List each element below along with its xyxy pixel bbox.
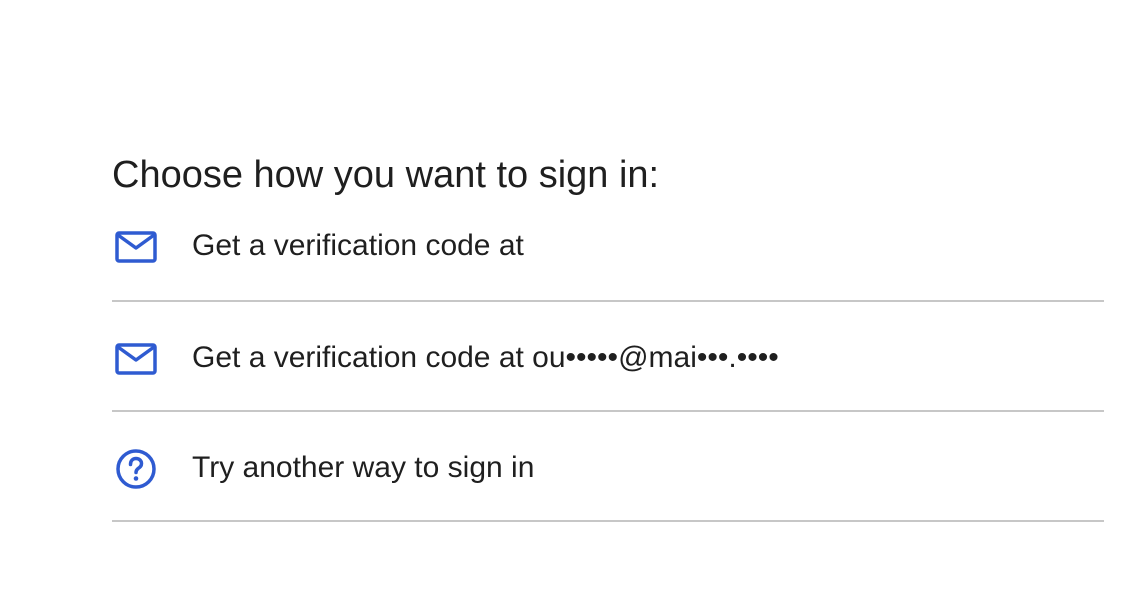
option-try-another-way[interactable]: Try another way to sign in — [112, 412, 1104, 522]
option-label: Try another way to sign in — [192, 451, 535, 484]
sign-in-options-list: Get a verification code at Get a verific… — [112, 190, 1104, 522]
help-circle-icon — [114, 447, 158, 491]
mail-icon — [114, 225, 158, 269]
option-label: Get a verification code at — [192, 229, 524, 262]
option-verification-code-email[interactable]: Get a verification code at ou•••••@mai••… — [112, 302, 1104, 412]
mail-icon — [114, 337, 158, 381]
option-verification-code[interactable]: Get a verification code at — [112, 190, 1104, 302]
option-label: Get a verification code at ou•••••@mai••… — [192, 341, 779, 374]
